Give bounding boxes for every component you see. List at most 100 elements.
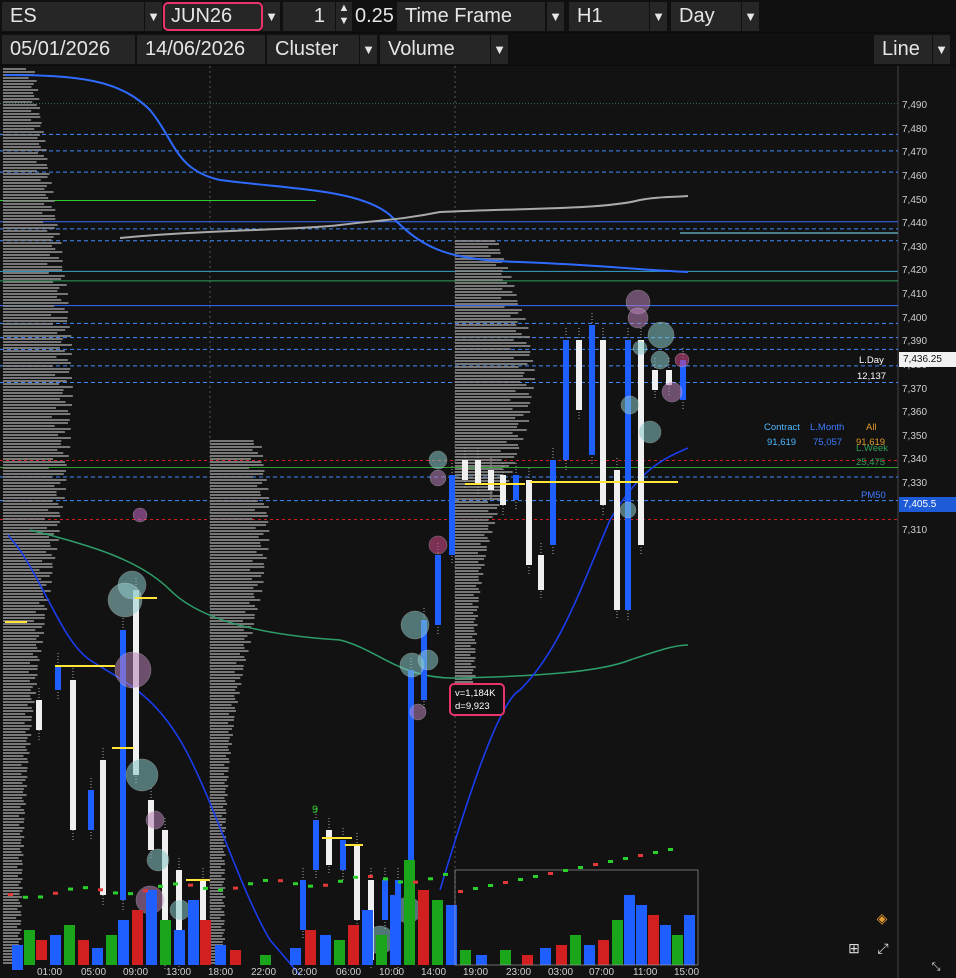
symbol-dropdown-arrow[interactable]: ▼ xyxy=(145,2,162,31)
volume-profile-bar xyxy=(3,197,49,199)
cluster-bubble xyxy=(114,651,152,689)
volume-profile-bar xyxy=(210,449,253,451)
candle-body xyxy=(538,555,544,590)
date-to-field[interactable]: 14/06/2026 xyxy=(137,35,265,64)
volume-profile-bar xyxy=(3,347,60,349)
volume-profile-bar xyxy=(455,504,500,506)
time-frame-dropdown-arrow[interactable]: ▼ xyxy=(547,2,564,31)
volume-profile-bar xyxy=(3,836,25,838)
chart-type-field[interactable]: Cluster xyxy=(267,35,359,64)
volume-profile-bar xyxy=(455,276,512,278)
collapse-icon[interactable]: ⤡ xyxy=(927,958,945,976)
volume-profile-bar xyxy=(3,260,63,262)
interval-dropdown-arrow[interactable]: ▼ xyxy=(650,2,667,31)
volume-profile-bar xyxy=(210,896,226,898)
price-tick-label: 7,310 xyxy=(902,525,928,537)
delta-marker xyxy=(428,877,433,881)
volume-profile-bar xyxy=(455,306,505,308)
volume-profile-bar xyxy=(455,564,485,566)
volume-profile-bar xyxy=(210,752,231,754)
style-field[interactable]: Line xyxy=(874,35,932,64)
volume-profile-bar xyxy=(210,713,229,715)
contract-field[interactable]: JUN26 xyxy=(163,2,263,31)
spin-down-icon[interactable]: ▼ xyxy=(336,15,352,28)
volume-profile-bar xyxy=(210,596,255,598)
volume-profile-bar xyxy=(455,267,509,269)
multiplier-spinner[interactable]: ▲ ▼ xyxy=(336,2,352,31)
volume-profile-bar xyxy=(210,458,251,460)
volume-profile-bar xyxy=(210,923,225,925)
tag-icon[interactable]: ◈ xyxy=(873,909,891,927)
cluster-mode-field[interactable]: Volume xyxy=(380,35,490,64)
volume-profile-bar xyxy=(3,443,61,445)
volume-bar xyxy=(570,935,581,965)
chart-type-dropdown-arrow[interactable]: ▼ xyxy=(360,35,377,64)
crosshair-icon[interactable]: ⊞ xyxy=(845,939,863,957)
volume-profile-bar xyxy=(210,812,227,814)
volume-bar xyxy=(476,955,487,965)
volume-profile-bar xyxy=(455,561,479,563)
volume-profile-bar xyxy=(3,194,46,196)
volume-profile-bar xyxy=(3,503,59,505)
volume-profile-bar xyxy=(210,803,228,805)
volume-profile-bar xyxy=(455,282,508,284)
volume-profile-bar xyxy=(455,390,516,392)
volume-profile-bar xyxy=(455,396,532,398)
volume-profile-bar xyxy=(3,863,23,865)
volume-profile-bar xyxy=(3,143,40,145)
price-chart[interactable] xyxy=(0,66,956,978)
volume-profile-bar xyxy=(455,531,493,533)
volume-profile-bar xyxy=(3,626,43,628)
volume-profile-bar xyxy=(210,479,267,481)
volume-profile-bar xyxy=(455,381,521,383)
candle-body xyxy=(300,880,306,930)
volume-profile-bar xyxy=(455,543,481,545)
volume-profile-bar xyxy=(210,785,229,787)
volume-profile-bar xyxy=(3,701,35,703)
volume-profile-bar xyxy=(455,384,527,386)
chart-canvas xyxy=(0,66,899,978)
volume-profile-bar xyxy=(3,704,28,706)
cluster-mode-dropdown-arrow[interactable]: ▼ xyxy=(491,35,508,64)
cluster-bubble xyxy=(428,535,448,555)
style-dropdown-arrow[interactable]: ▼ xyxy=(933,35,950,64)
volume-profile-bar xyxy=(210,716,235,718)
time-tick-label: 03:00 xyxy=(548,967,574,978)
spin-up-icon[interactable]: ▲ xyxy=(336,2,352,15)
volume-profile-bar xyxy=(3,68,26,70)
volume-profile-bar xyxy=(210,476,254,478)
delta-marker xyxy=(128,892,133,896)
session-field[interactable]: Day xyxy=(671,2,741,31)
volume-profile-bar xyxy=(210,575,262,577)
volume-profile-bar xyxy=(3,431,65,433)
session-dropdown-arrow[interactable]: ▼ xyxy=(742,2,759,31)
volume-profile-bar xyxy=(3,509,49,511)
volume-profile-bar xyxy=(3,683,37,685)
volume-bar xyxy=(92,948,103,965)
volume-profile-bar xyxy=(455,426,518,428)
time-frame-field[interactable]: Time Frame xyxy=(397,2,545,31)
volume-profile-bar xyxy=(3,764,22,766)
symbol-field[interactable]: ES xyxy=(2,2,144,31)
volume-profile-bar xyxy=(3,206,52,208)
cluster-bubble xyxy=(169,899,191,921)
volume-profile-bar xyxy=(210,614,255,616)
volume-profile-bar xyxy=(3,806,21,808)
contract-dropdown-arrow[interactable]: ▼ xyxy=(263,2,280,31)
volume-profile-bar xyxy=(210,527,256,529)
volume-profile-bar xyxy=(455,345,531,347)
volume-profile-bar xyxy=(210,473,264,475)
volume-profile-bar xyxy=(210,584,258,586)
expand-icon[interactable]: ⤢ xyxy=(874,939,892,957)
multiplier-field[interactable]: 1 xyxy=(283,2,335,31)
volume-profile-bar xyxy=(455,336,530,338)
interval-field[interactable]: H1 xyxy=(569,2,649,31)
volume-profile-bar xyxy=(3,611,36,613)
date-from-field[interactable]: 05/01/2026 xyxy=(2,35,135,64)
volume-profile-bar xyxy=(3,380,67,382)
price-tick-label: 7,410 xyxy=(902,289,928,301)
price-tick-label: 7,350 xyxy=(902,430,928,442)
lweek-value: 25,475 xyxy=(856,457,886,468)
volume-profile-bar xyxy=(210,761,230,763)
volume-profile-bar xyxy=(455,246,489,248)
